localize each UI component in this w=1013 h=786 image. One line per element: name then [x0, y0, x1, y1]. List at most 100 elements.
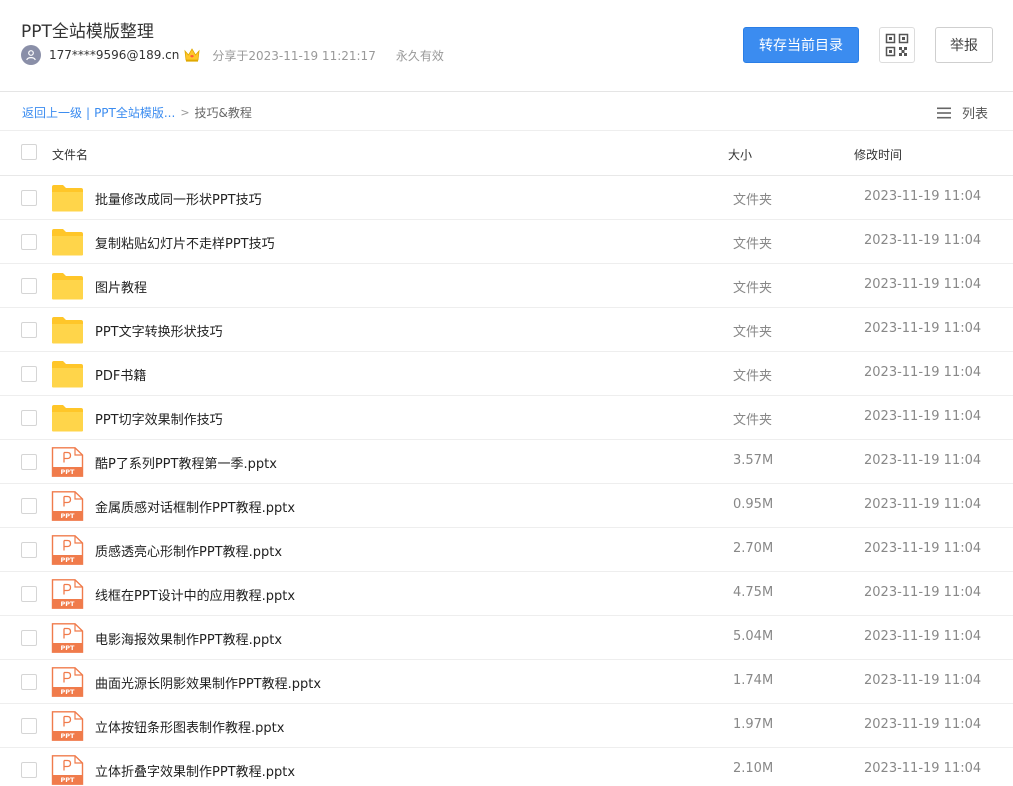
file-name[interactable]: 线框在PPT设计中的应用教程.pptx [95, 585, 295, 604]
file-name[interactable]: PPT切字效果制作技巧 [95, 409, 223, 428]
file-row[interactable]: PPT切字效果制作技巧 文件夹 2023-11-19 11:04 [0, 396, 1013, 440]
file-row[interactable]: 批量修改成同一形状PPT技巧 文件夹 2023-11-19 11:04 [0, 176, 1013, 220]
file-modified-time: 2023-11-19 11:04 [864, 453, 982, 468]
row-checkbox[interactable] [21, 762, 37, 778]
pptx-file-icon: PPT [51, 447, 84, 477]
file-size: 0.95M [733, 497, 774, 512]
view-mode-toggle[interactable]: 列表 [937, 103, 988, 122]
file-name[interactable]: 立体按钮条形图表制作教程.pptx [95, 717, 284, 736]
save-to-current-dir-button[interactable]: 转存当前目录 [743, 27, 859, 63]
column-modified-time[interactable]: 修改时间 [854, 146, 902, 163]
file-name[interactable]: 电影海报效果制作PPT教程.pptx [95, 629, 282, 648]
row-checkbox[interactable] [21, 366, 37, 382]
row-checkbox[interactable] [21, 234, 37, 250]
file-size: 1.74M [733, 673, 774, 688]
file-modified-time: 2023-11-19 11:04 [864, 717, 982, 732]
file-row[interactable]: PPT 电影海报效果制作PPT教程.pptx 5.04M 2023-11-19 11:… [0, 616, 1013, 660]
pptx-file-icon: PPT [51, 579, 84, 609]
file-row[interactable]: PPT 曲面光源长阴影效果制作PPT教程.pptx 1.74M 2023-11-19 … [0, 660, 1013, 704]
file-row[interactable]: PPT 线框在PPT设计中的应用教程.pptx 4.75M 2023-11-19 11… [0, 572, 1013, 616]
row-checkbox[interactable] [21, 322, 37, 338]
file-row[interactable]: PPT 立体折叠字效果制作PPT教程.pptx 2.10M 2023-11-19 11… [0, 748, 1013, 786]
file-name[interactable]: 质感透亮心形制作PPT教程.pptx [95, 541, 282, 560]
pptx-file-icon: PPT [51, 711, 84, 741]
user-icon [26, 50, 36, 61]
avatar[interactable] [21, 45, 41, 65]
breadcrumb-bar: 返回上一级 | PPT全站模版... > 技巧&教程 列表 [0, 93, 1013, 131]
file-row[interactable]: PPT 金属质感对话框制作PPT教程.pptx 0.95M 2023-11-19 11… [0, 484, 1013, 528]
file-name[interactable]: 图片教程 [95, 277, 147, 296]
select-all-checkbox[interactable] [21, 144, 37, 160]
file-size: 4.75M [733, 585, 774, 600]
row-checkbox[interactable] [21, 278, 37, 294]
row-checkbox[interactable] [21, 630, 37, 646]
file-row[interactable]: 复制粘贴幻灯片不走样PPT技巧 文件夹 2023-11-19 11:04 [0, 220, 1013, 264]
breadcrumb-parent-link[interactable]: PPT全站模版... [94, 104, 175, 121]
folder-icon [52, 361, 83, 388]
pptx-file-icon: PPT [51, 535, 84, 565]
breadcrumb-arrow: > [180, 106, 190, 119]
file-modified-time: 2023-11-19 11:04 [864, 321, 982, 336]
folder-icon [52, 273, 83, 300]
file-name[interactable]: 酷P了系列PPT教程第一季.pptx [95, 453, 277, 472]
file-size: 1.97M [733, 717, 774, 732]
file-size: 文件夹 [733, 281, 773, 296]
file-row[interactable]: PDF书籍 文件夹 2023-11-19 11:04 [0, 352, 1013, 396]
file-size: 3.57M [733, 453, 774, 468]
file-row[interactable]: 图片教程 文件夹 2023-11-19 11:04 [0, 264, 1013, 308]
svg-text:PPT: PPT [61, 776, 76, 784]
owner-account: 177****9596@189.cn [49, 48, 180, 62]
row-checkbox[interactable] [21, 498, 37, 514]
file-name[interactable]: 曲面光源长阴影效果制作PPT教程.pptx [95, 673, 321, 692]
file-modified-time: 2023-11-19 11:04 [864, 409, 982, 424]
file-row[interactable]: PPT 立体按钮条形图表制作教程.pptx 1.97M 2023-11-19 11:0… [0, 704, 1013, 748]
folder-icon [52, 317, 83, 344]
breadcrumb-current: 技巧&教程 [194, 106, 252, 120]
row-checkbox[interactable] [21, 674, 37, 690]
file-modified-time: 2023-11-19 11:04 [864, 585, 982, 600]
file-list-header: 文件名 大小 修改时间 [0, 132, 1013, 176]
qr-code-button[interactable] [879, 27, 915, 63]
folder-icon [52, 185, 83, 212]
file-name[interactable]: 复制粘贴幻灯片不走样PPT技巧 [95, 233, 275, 252]
file-size: 2.10M [733, 761, 774, 776]
file-size: 2.70M [733, 541, 774, 556]
svg-text:PPT: PPT [61, 732, 76, 740]
file-modified-time: 2023-11-19 11:04 [864, 629, 982, 644]
pptx-file-icon: PPT [51, 623, 84, 653]
breadcrumb-separator: | [86, 105, 91, 120]
row-checkbox[interactable] [21, 454, 37, 470]
pptx-file-icon: PPT [51, 755, 84, 785]
file-name[interactable]: PPT文字转换形状技巧 [95, 321, 223, 340]
column-name[interactable]: 文件名 [52, 146, 88, 163]
svg-text:PPT: PPT [61, 644, 76, 652]
file-name[interactable]: 立体折叠字效果制作PPT教程.pptx [95, 761, 295, 780]
share-header: PPT全站模版整理 177****9596@189.cn 分享于2023-11-… [0, 0, 1013, 92]
file-name[interactable]: 批量修改成同一形状PPT技巧 [95, 189, 262, 208]
file-name[interactable]: PDF书籍 [95, 365, 146, 384]
file-size: 文件夹 [733, 193, 773, 208]
file-modified-time: 2023-11-19 11:04 [864, 277, 982, 292]
file-row[interactable]: PPT文字转换形状技巧 文件夹 2023-11-19 11:04 [0, 308, 1013, 352]
share-meta: 177****9596@189.cn 分享于2023-11-19 11:21:1… [21, 45, 444, 65]
qr-code-icon [885, 33, 909, 57]
breadcrumb-back-link[interactable]: 返回上一级 [22, 104, 82, 121]
svg-text:PPT: PPT [61, 556, 76, 564]
report-button[interactable]: 举报 [935, 27, 993, 63]
row-checkbox[interactable] [21, 586, 37, 602]
file-row[interactable]: PPT 酷P了系列PPT教程第一季.pptx 3.57M 2023-11-19 11:… [0, 440, 1013, 484]
row-checkbox[interactable] [21, 542, 37, 558]
file-size: 文件夹 [733, 237, 773, 252]
file-modified-time: 2023-11-19 11:04 [864, 541, 982, 556]
folder-icon [52, 405, 83, 432]
breadcrumb: 返回上一级 | PPT全站模版... > 技巧&教程 [22, 104, 252, 121]
pptx-file-icon: PPT [51, 491, 84, 521]
share-title: PPT全站模版整理 [21, 22, 154, 42]
file-size: 文件夹 [733, 325, 773, 340]
column-size[interactable]: 大小 [728, 146, 752, 163]
row-checkbox[interactable] [21, 410, 37, 426]
row-checkbox[interactable] [21, 718, 37, 734]
row-checkbox[interactable] [21, 190, 37, 206]
file-row[interactable]: PPT 质感透亮心形制作PPT教程.pptx 2.70M 2023-11-19 11:… [0, 528, 1013, 572]
file-name[interactable]: 金属质感对话框制作PPT教程.pptx [95, 497, 295, 516]
